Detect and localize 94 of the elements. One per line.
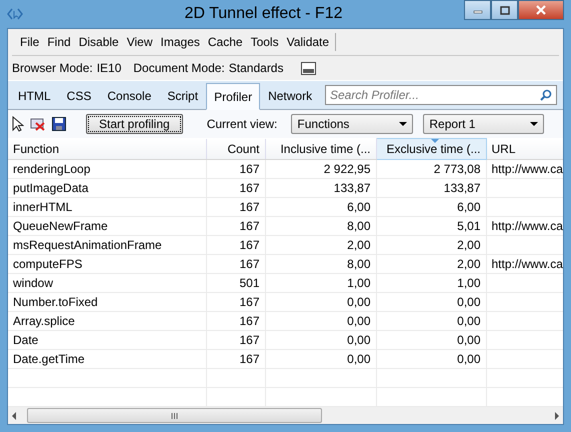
- table-cell: 5,01: [376, 216, 486, 236]
- caret-icon: [399, 122, 408, 126]
- column-header[interactable]: URL: [486, 138, 563, 160]
- table-cell: 2,00: [376, 254, 486, 274]
- tab[interactable]: Profiler: [206, 83, 260, 110]
- dock-icon[interactable]: [301, 62, 316, 74]
- table-cell: 167: [206, 216, 265, 236]
- table-cell: 2,00: [376, 236, 486, 254]
- menu-item[interactable]: Cache: [204, 35, 247, 49]
- browser-mode-label: Browser Mode:: [12, 61, 93, 75]
- tab[interactable]: Script: [159, 83, 206, 109]
- table-cell: Date: [8, 330, 206, 350]
- menu-item[interactable]: Images: [156, 35, 204, 49]
- menu-item[interactable]: File: [16, 35, 44, 49]
- clear-icon[interactable]: [30, 117, 46, 131]
- cursor-icon[interactable]: [12, 116, 24, 132]
- document-mode-label: Document Mode:: [133, 61, 225, 75]
- table-cell: QueueNewFrame: [8, 216, 206, 236]
- table-cell: 167: [206, 350, 265, 368]
- table-cell: 2,00: [265, 236, 376, 254]
- search-icon[interactable]: [540, 89, 552, 101]
- table-cell: 0,00: [265, 312, 376, 330]
- table-cell: renderingLoop: [8, 160, 206, 178]
- table-cell: 0,00: [265, 330, 376, 350]
- table-cell: 167: [206, 236, 265, 254]
- table-cell: 8,00: [265, 216, 376, 236]
- close-icon: [535, 5, 547, 15]
- report-dropdown[interactable]: Report 1: [423, 114, 544, 134]
- menu-item[interactable]: View: [122, 35, 157, 49]
- table-cell: 0,00: [376, 330, 486, 350]
- column-header[interactable]: Count: [206, 138, 265, 160]
- menu-item[interactable]: Tools: [246, 35, 283, 49]
- table-cell: 1,00: [265, 274, 376, 292]
- table-cell: 0,00: [265, 292, 376, 312]
- maximize-icon: [500, 6, 510, 14]
- table-cell: 0,00: [376, 292, 486, 312]
- table-cell: 167: [206, 330, 265, 350]
- current-view-label: Current view:: [206, 117, 278, 131]
- table-cell: Number.toFixed: [8, 292, 206, 312]
- menu-item[interactable]: Disable: [74, 35, 123, 49]
- table-cell: 8,00: [265, 254, 376, 274]
- save-icon[interactable]: [52, 117, 66, 131]
- scroll-right-icon[interactable]: [554, 412, 560, 420]
- table-cell: 167: [206, 160, 265, 178]
- table-cell: 0,00: [376, 312, 486, 330]
- table-cell: putImageData: [8, 178, 206, 198]
- devtools-icon: [7, 7, 23, 21]
- maximize-button[interactable]: [491, 0, 518, 20]
- menu-item[interactable]: Find: [43, 35, 75, 49]
- table-cell: 133,87: [265, 178, 376, 198]
- browser-mode-value[interactable]: IE10: [96, 61, 122, 75]
- tab[interactable]: HTML: [10, 83, 59, 109]
- table-cell: 167: [206, 178, 265, 198]
- minimize-button[interactable]: [464, 0, 491, 20]
- tab[interactable]: Network: [260, 83, 320, 109]
- table-cell: 167: [206, 312, 265, 330]
- table-cell: msRequestAnimationFrame: [8, 236, 206, 254]
- column-header[interactable]: Inclusive time (...: [265, 138, 376, 160]
- table-cell: http://www.ca: [486, 216, 563, 236]
- table-cell: 2 773,08: [376, 160, 486, 178]
- table-cell: 0,00: [265, 350, 376, 368]
- sort-arrow-icon: [431, 140, 439, 143]
- table-cell: 6,00: [265, 198, 376, 216]
- document-mode-value[interactable]: Standards: [228, 61, 284, 75]
- table-cell: 6,00: [376, 198, 486, 216]
- table-cell: http://www.ca: [486, 254, 563, 274]
- table-cell: 167: [206, 254, 265, 274]
- menu-item[interactable]: Validate: [282, 35, 334, 49]
- table-cell: 1,00: [376, 274, 486, 292]
- table-cell: 167: [206, 198, 265, 216]
- table-cell: 501: [206, 274, 265, 292]
- table-cell: computeFPS: [8, 254, 206, 274]
- table-cell: 167: [206, 292, 265, 312]
- start-profiling-button[interactable]: Start profiling: [86, 114, 183, 134]
- table-cell: 133,87: [376, 178, 486, 198]
- window-title: 2D Tunnel effect - F12: [183, 5, 344, 23]
- table-cell: http://www.ca: [486, 160, 563, 178]
- table-cell: innerHTML: [8, 198, 206, 216]
- table-cell: 2 922,95: [265, 160, 376, 178]
- tab[interactable]: CSS: [58, 83, 100, 109]
- grip-icon: [171, 412, 178, 418]
- column-header[interactable]: Exclusive time (...: [376, 138, 486, 160]
- table-cell: window: [8, 274, 206, 292]
- column-header[interactable]: Function: [8, 138, 206, 160]
- table-cell: 0,00: [376, 350, 486, 368]
- search-field[interactable]: Search Profiler...: [325, 85, 557, 105]
- tab[interactable]: Console: [99, 83, 160, 109]
- table-cell: Array.splice: [8, 312, 206, 330]
- table-cell: Date.getTime: [8, 350, 206, 368]
- close-button[interactable]: [518, 0, 564, 20]
- horizontal-scrollbar[interactable]: [8, 407, 563, 424]
- scroll-left-icon[interactable]: [11, 412, 17, 420]
- view-dropdown[interactable]: Functions: [291, 114, 414, 134]
- caret-icon: [530, 122, 538, 126]
